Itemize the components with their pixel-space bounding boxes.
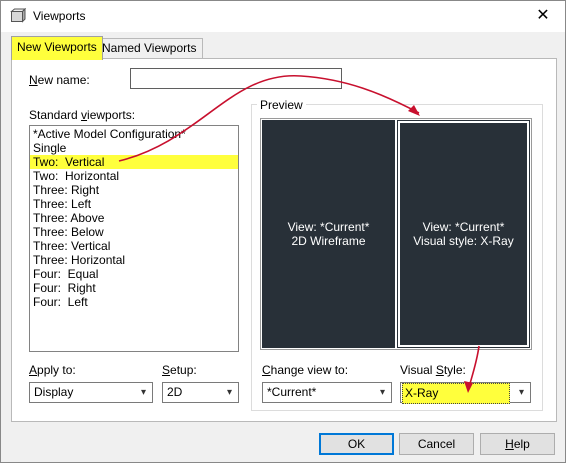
list-item[interactable]: Three: Left (30, 197, 238, 211)
visual-style-value: X-Ray (402, 383, 510, 404)
list-item[interactable]: Four: Left (30, 295, 238, 309)
list-item-selected[interactable]: Two: Vertical (30, 155, 238, 169)
change-view-label: Change view to: (262, 363, 349, 377)
setup-label: Setup: (162, 363, 197, 377)
standard-viewports-label: Standard viewports: (29, 108, 136, 122)
preview-title: Preview (257, 98, 306, 112)
viewport-left-view: View: *Current* (287, 220, 370, 234)
preview-viewport-right[interactable]: View: *Current* Visual style: X-Ray (397, 120, 530, 348)
new-name-label: New name: (29, 73, 90, 87)
tab-named-viewports[interactable]: Named Viewports (96, 38, 203, 58)
close-icon[interactable]: ✕ (531, 5, 555, 27)
setup-value: 2D (167, 385, 183, 399)
visual-style-label: Visual Style: (400, 363, 466, 377)
list-item[interactable]: Single (30, 141, 238, 155)
tab-new-viewports[interactable]: New Viewports (11, 36, 103, 60)
apply-to-value: Display (34, 385, 74, 399)
ok-button[interactable]: OK (319, 433, 394, 455)
viewport-right-style: Visual style: X-Ray (413, 234, 514, 248)
list-item[interactable]: *Active Model Configuration* (30, 127, 238, 141)
list-item[interactable]: Three: Vertical (30, 239, 238, 253)
list-item[interactable]: Three: Below (30, 225, 238, 239)
change-view-select[interactable]: *Current* ▾ (262, 382, 392, 403)
window-title: Viewports (33, 9, 86, 23)
chevron-down-icon[interactable]: ▾ (374, 383, 391, 402)
chevron-down-icon[interactable]: ▾ (135, 383, 152, 402)
list-item[interactable]: Four: Right (30, 281, 238, 295)
new-name-input[interactable] (130, 68, 342, 89)
list-item[interactable]: Three: Horizontal (30, 253, 238, 267)
apply-to-select[interactable]: Display ▾ (29, 382, 153, 403)
viewport-left-style: 2D Wireframe (291, 234, 366, 248)
visual-style-select[interactable]: X-Ray ▾ (400, 382, 531, 404)
change-view-value: *Current* (267, 385, 317, 399)
title-bar: Viewports ✕ (1, 1, 565, 32)
standard-viewports-list[interactable]: *Active Model Configuration* Single Two:… (29, 125, 239, 352)
viewports-dialog: Viewports ✕ New Viewports Named Viewport… (0, 0, 566, 463)
setup-select[interactable]: 2D ▾ (162, 382, 239, 403)
preview-viewport-left[interactable]: View: *Current* 2D Wireframe (262, 120, 395, 348)
list-item[interactable]: Two: Horizontal (30, 169, 238, 183)
apply-to-label: Apply to: (29, 363, 76, 377)
list-item[interactable]: Four: Equal (30, 267, 238, 281)
viewports-app-icon (10, 8, 26, 23)
viewport-right-view: View: *Current* (422, 220, 505, 234)
cancel-button[interactable]: Cancel (399, 433, 474, 455)
help-button[interactable]: Help (480, 433, 555, 455)
list-item[interactable]: Three: Right (30, 183, 238, 197)
list-item[interactable]: Three: Above (30, 211, 238, 225)
chevron-down-icon[interactable]: ▾ (513, 383, 530, 402)
chevron-down-icon[interactable]: ▾ (221, 383, 238, 402)
